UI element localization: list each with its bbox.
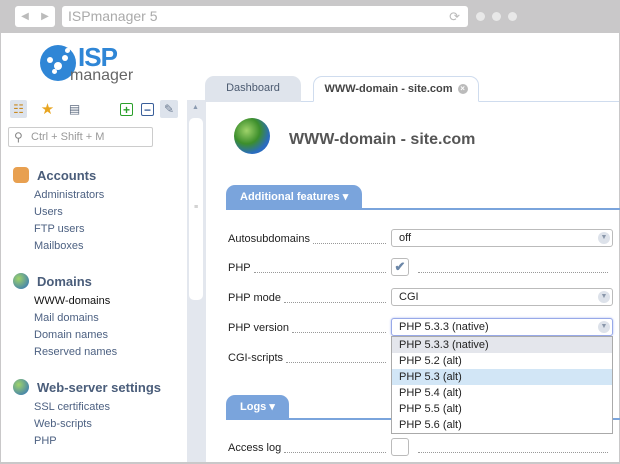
section-logs[interactable]: Logs ▾ xyxy=(226,395,289,419)
field-php-label: PHP xyxy=(228,262,388,276)
address-bar[interactable]: ISPmanager 5 ⟳ xyxy=(62,6,468,27)
close-tab-icon[interactable]: × xyxy=(457,84,468,95)
globe-icon xyxy=(13,273,29,289)
tab-www-domain[interactable]: WWW-domain - site.com × xyxy=(313,76,479,102)
search-icon: ⚲ xyxy=(14,130,23,144)
menu-group-domains: Domains WWW-domains Mail domains Domain … xyxy=(1,269,187,361)
sidebar-scrollbar[interactable]: ▲ ≡ xyxy=(187,100,205,462)
scroll-up-icon[interactable]: ▲ xyxy=(192,104,199,111)
select-value: off xyxy=(399,232,412,244)
user-icon xyxy=(13,167,29,183)
tab-dashboard[interactable]: Dashboard xyxy=(205,76,301,102)
group-title: Web-server settings xyxy=(37,379,162,395)
sidebar-item-mail-domains[interactable]: Mail domains xyxy=(1,310,187,327)
access-log-checkbox[interactable] xyxy=(391,438,409,456)
field-php-version-label: PHP version xyxy=(228,322,388,336)
app-page: ISP manager ☷ ★ ▤ + − ✎ ⚲ Ctrl + Shift +… xyxy=(1,33,620,464)
field-cgi-scripts-label: CGI-scripts xyxy=(228,352,388,366)
menu-group-header[interactable]: Web-server settings xyxy=(1,375,187,399)
nav-buttons: ◀ ▶ xyxy=(15,6,55,27)
sidebar-item-php[interactable]: PHP xyxy=(1,433,187,450)
dropdown-option[interactable]: PHP 5.4 (alt) xyxy=(392,385,612,401)
tree-view-icon[interactable]: ☷ xyxy=(10,100,27,118)
menu-group-accounts: Accounts Administrators Users FTP users … xyxy=(1,163,187,255)
web-server-icon xyxy=(13,379,29,395)
sidebar-item-mailboxes[interactable]: Mailboxes xyxy=(1,238,187,255)
sidebar-item-web-scripts[interactable]: Web-scripts xyxy=(1,416,187,433)
back-icon[interactable]: ◀ xyxy=(21,11,29,22)
menu-search-input[interactable]: ⚲ Ctrl + Shift + M xyxy=(8,127,153,147)
select-value: PHP 5.3.3 (native) xyxy=(399,321,489,333)
php-version-dropdown: PHP 5.3.3 (native) PHP 5.2 (alt) PHP 5.3… xyxy=(391,336,613,434)
clipboard-icon[interactable]: ▤ xyxy=(66,100,83,118)
label: CGI-scripts xyxy=(228,352,283,364)
menu-group-header[interactable]: Domains xyxy=(1,269,187,293)
chevron-down-icon: ▼ xyxy=(598,291,610,303)
dropdown-option[interactable]: PHP 5.3 (alt) xyxy=(392,369,612,385)
checkmark-icon: ✔ xyxy=(394,259,406,274)
tab-label: WWW-domain - site.com xyxy=(324,83,453,95)
sidebar-menu: Accounts Administrators Users FTP users … xyxy=(1,163,187,464)
group-title: Accounts xyxy=(37,167,97,183)
sidebar-item-www-domains[interactable]: WWW-domains xyxy=(1,293,187,310)
search-placeholder: Ctrl + Shift + M xyxy=(31,131,105,143)
menu-dots[interactable] xyxy=(476,12,517,21)
favorites-star-icon[interactable]: ★ xyxy=(39,100,56,118)
sidebar-toolbar: ☷ ★ ▤ + − ✎ xyxy=(9,100,181,120)
forward-icon[interactable]: ▶ xyxy=(41,11,49,22)
address-text: ISPmanager 5 xyxy=(68,8,158,24)
section-additional-features[interactable]: Additional features ▾ xyxy=(226,185,363,209)
chevron-down-icon: ▾ xyxy=(269,401,275,413)
dropdown-option[interactable]: PHP 5.3.3 (native) xyxy=(392,337,612,353)
dropdown-option[interactable]: PHP 5.2 (alt) xyxy=(392,353,612,369)
select-value: CGI xyxy=(399,291,419,303)
php-version-select[interactable]: PHP 5.3.3 (native) ▼ xyxy=(391,318,613,336)
dropdown-option[interactable]: PHP 5.5 (alt) xyxy=(392,401,612,417)
field-access-log-label: Access log xyxy=(228,442,388,456)
menu-group-header[interactable]: Accounts xyxy=(1,163,187,187)
ispmanager-logo[interactable]: ISP manager xyxy=(40,42,160,90)
sidebar-item-reserved-names[interactable]: Reserved names xyxy=(1,344,187,361)
sidebar-item-ftp-users[interactable]: FTP users xyxy=(1,221,187,238)
resize-grip-icon[interactable]: ≡ xyxy=(194,204,198,211)
label: PHP xyxy=(228,262,251,274)
browser-chrome: ◀ ▶ ISPmanager 5 ⟳ xyxy=(0,0,620,33)
label: PHP mode xyxy=(228,292,281,304)
form-panel: WWW-domain - site.com Additional feature… xyxy=(205,102,620,462)
tab-bar: Dashboard WWW-domain - site.com × xyxy=(205,76,619,102)
dotted-line xyxy=(418,272,608,273)
sidebar-item-ssl-certificates[interactable]: SSL certificates xyxy=(1,399,187,416)
chevron-down-icon: ▾ xyxy=(342,191,349,203)
group-title: Domains xyxy=(37,273,92,289)
section-title: Logs xyxy=(240,401,267,413)
label: Autosubdomains xyxy=(228,233,310,245)
dropdown-option[interactable]: PHP 5.6 (alt) xyxy=(392,417,612,433)
menu-group-web-server: Web-server settings SSL certificates Web… xyxy=(1,375,187,450)
php-mode-select[interactable]: CGI ▼ xyxy=(391,288,613,306)
section-divider xyxy=(226,208,620,210)
label: Access log xyxy=(228,442,282,454)
label: PHP version xyxy=(228,322,289,334)
page-title: WWW-domain - site.com xyxy=(289,131,476,148)
sidebar-item-users[interactable]: Users xyxy=(1,204,187,221)
sidebar-item-domain-names[interactable]: Domain names xyxy=(1,327,187,344)
field-autosubdomains-label: Autosubdomains xyxy=(228,233,388,247)
chevron-down-icon: ▼ xyxy=(598,321,610,333)
logo-manager: manager xyxy=(70,67,134,84)
dotted-line xyxy=(418,452,608,453)
pin-icon[interactable]: ✎ xyxy=(160,100,178,118)
collapse-all-icon[interactable]: − xyxy=(141,103,154,117)
expand-all-icon[interactable]: + xyxy=(120,103,133,117)
chevron-down-icon: ▼ xyxy=(598,232,610,244)
tab-label: Dashboard xyxy=(226,82,280,94)
sidebar-item-administrators[interactable]: Administrators xyxy=(1,187,187,204)
reload-icon[interactable]: ⟳ xyxy=(449,6,460,27)
autosubdomains-select[interactable]: off ▼ xyxy=(391,229,613,247)
www-domain-globe-icon xyxy=(234,118,270,154)
php-checkbox[interactable]: ✔ xyxy=(391,258,409,276)
section-title: Additional features xyxy=(240,191,340,203)
field-php-mode-label: PHP mode xyxy=(228,292,388,306)
